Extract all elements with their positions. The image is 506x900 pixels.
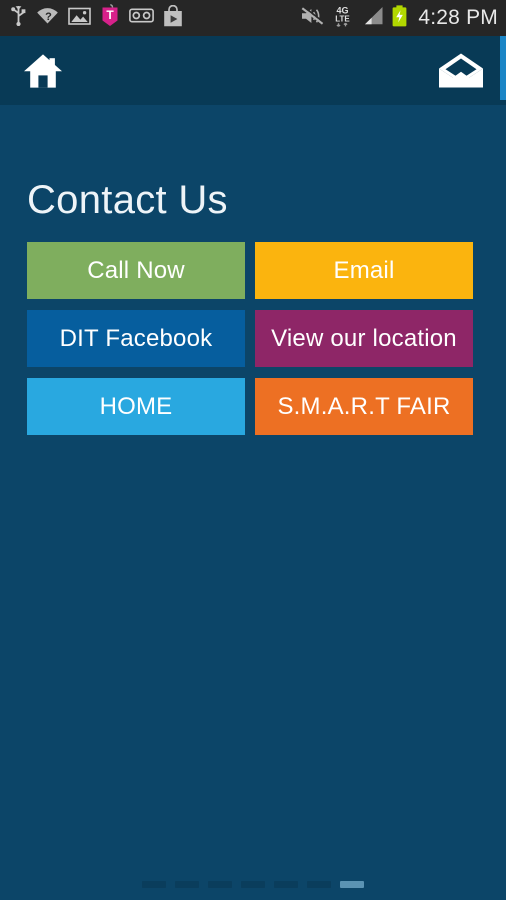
- open-envelope-icon[interactable]: [438, 52, 484, 90]
- page-indicator[interactable]: [0, 881, 506, 888]
- android-status-bar: ? T 4G LTE 4:28 PM: [0, 0, 506, 36]
- page-dot-active[interactable]: [340, 881, 364, 888]
- tile-email[interactable]: Email: [255, 242, 473, 299]
- wifi-question-icon: ?: [36, 6, 59, 31]
- page-dot[interactable]: [208, 881, 232, 888]
- status-bar-notification-icons: ? T: [10, 4, 183, 32]
- svg-text:?: ?: [45, 11, 52, 23]
- tile-dit-facebook[interactable]: DIT Facebook: [27, 310, 245, 367]
- page-dot[interactable]: [175, 881, 199, 888]
- page-content: Contact Us Call Now Email DIT Facebook V…: [0, 105, 506, 900]
- app-header-bar: [0, 36, 506, 105]
- status-bar-clock: 4:28 PM: [418, 6, 498, 29]
- home-icon[interactable]: [22, 52, 64, 90]
- tile-label: Call Now: [87, 256, 185, 284]
- mute-icon: [300, 6, 326, 31]
- tile-call-now[interactable]: Call Now: [27, 242, 245, 299]
- svg-text:T: T: [106, 8, 114, 22]
- tile-label: Email: [333, 256, 395, 284]
- voicemail-icon: [129, 7, 154, 29]
- page-dot[interactable]: [274, 881, 298, 888]
- header-edge-indicator: [500, 36, 506, 100]
- tile-label: HOME: [99, 392, 173, 420]
- tile-home[interactable]: HOME: [27, 378, 245, 435]
- tile-label: View our location: [271, 324, 457, 352]
- tile-label: S.M.A.R.T FAIR: [277, 392, 451, 420]
- screenshot-image-icon: [68, 6, 91, 31]
- page-dot[interactable]: [307, 881, 331, 888]
- page-dot[interactable]: [241, 881, 265, 888]
- tile-view-our-location[interactable]: View our location: [255, 310, 473, 367]
- usb-icon: [10, 5, 27, 31]
- signal-bars-icon: [360, 6, 384, 31]
- action-tile-grid: Call Now Email DIT Facebook View our loc…: [27, 242, 473, 435]
- network-lte-label: LTE: [336, 14, 351, 23]
- play-store-icon: [163, 4, 183, 32]
- page-title: Contact Us: [27, 178, 228, 222]
- status-bar-system-icons: 4G LTE 4:28 PM: [300, 4, 498, 32]
- page-dot[interactable]: [142, 881, 166, 888]
- tile-smart-fair[interactable]: S.M.A.R.T FAIR: [255, 378, 473, 435]
- tile-label: DIT Facebook: [59, 324, 213, 352]
- battery-charging-icon: [391, 4, 408, 32]
- t-mobile-icon: T: [100, 4, 120, 32]
- network-4g-lte-icon: 4G LTE: [332, 5, 353, 32]
